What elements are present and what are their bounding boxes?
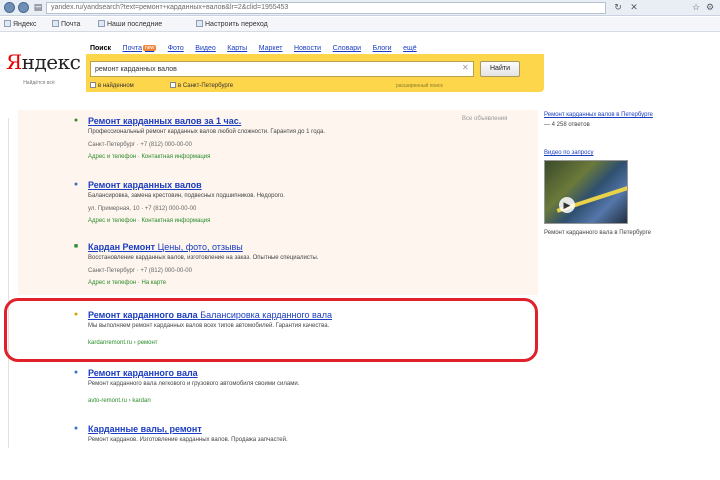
bookmark-settings[interactable]: Настроить переход [196, 19, 268, 30]
search-input[interactable] [90, 61, 474, 77]
advanced-search-link[interactable]: расширенный поиск [396, 83, 443, 89]
bookmark-icon [98, 20, 105, 27]
forward-icon[interactable] [18, 2, 29, 13]
result-url[interactable]: avto-remont.ru › kardan [88, 398, 151, 404]
favicon-icon: ● [73, 181, 79, 188]
favorite-icon[interactable]: ☆ [690, 2, 702, 13]
favicon-icon: ■ [73, 243, 79, 250]
result-meta: ул. Примерная, 10 · +7 (812) 000-00-00 [88, 206, 197, 212]
highlight-frame [4, 298, 538, 362]
video-thumbnail[interactable]: ▶ [544, 160, 628, 224]
bookmark-yandex[interactable]: Яндекс [4, 19, 37, 30]
option-region[interactable]: в Санкт-Петербурге [170, 82, 233, 89]
favicon-icon: ● [73, 117, 79, 124]
back-icon[interactable] [4, 2, 15, 13]
divider [8, 118, 9, 448]
tab-dictionaries[interactable]: Словари [333, 45, 361, 52]
tab-mail[interactable]: Почта new [123, 45, 157, 52]
ads-label[interactable]: Все объявления [462, 116, 507, 122]
result-snippet: Балансировка, замена крестовин, подвесны… [88, 193, 285, 199]
tab-blogs[interactable]: Блоги [373, 45, 392, 52]
result-snippet: Восстановление карданных валов, изготовл… [88, 255, 319, 261]
tab-more[interactable]: ещё [403, 45, 417, 52]
tab-market[interactable]: Маркет [259, 45, 283, 52]
search-button[interactable]: Найти [480, 61, 520, 77]
favicon-icon: ● [73, 369, 79, 376]
result-title[interactable]: Ремонт карданных валов [88, 180, 202, 190]
clear-icon[interactable]: ✕ [462, 63, 469, 72]
result-url[interactable]: Адрес и телефон · На карте [88, 280, 166, 286]
result-snippet: Ремонт карданов. Изготовление карданных … [88, 437, 288, 443]
right-link[interactable]: Ремонт карданных валов в Петербурге [544, 112, 653, 118]
refresh-icon[interactable]: ↻ [612, 2, 624, 13]
checkbox-icon [90, 82, 96, 88]
video-caption: Ремонт карданного вала в Петербурге [544, 230, 652, 236]
bookmarks-bar: Яндекс Почта Наши последние Настроить пе… [0, 17, 720, 32]
bookmark-icon [196, 20, 203, 27]
result-url[interactable]: Адрес и телефон · Контактная информация [88, 154, 210, 160]
tab-news[interactable]: Новости [294, 45, 321, 52]
play-icon[interactable]: ▶ [559, 197, 575, 213]
result-url[interactable]: Адрес и телефон · Контактная информация [88, 218, 210, 224]
service-tabs: Поиск Почта new Фото Видео Карты Маркет Н… [90, 42, 426, 54]
right-count: — 4 258 ответов [544, 122, 590, 128]
tools-icon[interactable]: ⚙ [704, 2, 716, 13]
url-field[interactable]: yandex.ru/yandsearch?text=ремонт+карданн… [46, 2, 606, 14]
tab-images[interactable]: Фото [168, 45, 184, 52]
bookmark-mail[interactable]: Почта [52, 19, 80, 30]
new-badge: new [142, 45, 157, 51]
logo-tagline: Найдётся всё [23, 80, 55, 86]
video-link[interactable]: Видео по запросу [544, 150, 593, 156]
bookmark-recent[interactable]: Наши последние [98, 19, 162, 30]
stop-icon[interactable]: ✕ [628, 2, 640, 13]
result-title[interactable]: Карданные валы, ремонт [88, 424, 202, 434]
result-title[interactable]: Ремонт карданного вала [88, 368, 198, 378]
checkbox-icon [170, 82, 176, 88]
option-in-found[interactable]: в найденном [90, 82, 134, 89]
favicon-icon: ● [73, 425, 79, 432]
result-snippet: Ремонт карданного вала легкового и грузо… [88, 381, 300, 387]
result-meta: Санкт-Петербург · +7 (812) 000-00-00 [88, 268, 192, 274]
yandex-logo[interactable]: Яндекс [6, 50, 81, 74]
result-snippet: Профессиональный ремонт карданных валов … [88, 129, 325, 135]
tab-video[interactable]: Видео [195, 45, 215, 52]
page-icon: ▤ [33, 2, 43, 12]
bookmark-icon [4, 20, 11, 27]
result-title[interactable]: Кардан Ремонт Цены, фото, отзывы [88, 242, 243, 252]
bookmark-icon [52, 20, 59, 27]
result-title[interactable]: Ремонт карданных валов за 1 час. [88, 116, 241, 126]
result-meta: Санкт-Петербург · +7 (812) 000-00-00 [88, 142, 192, 148]
tab-maps[interactable]: Карты [227, 45, 247, 52]
tab-search[interactable]: Поиск [90, 45, 111, 52]
address-bar: ▤ yandex.ru/yandsearch?text=ремонт+карда… [0, 0, 720, 16]
